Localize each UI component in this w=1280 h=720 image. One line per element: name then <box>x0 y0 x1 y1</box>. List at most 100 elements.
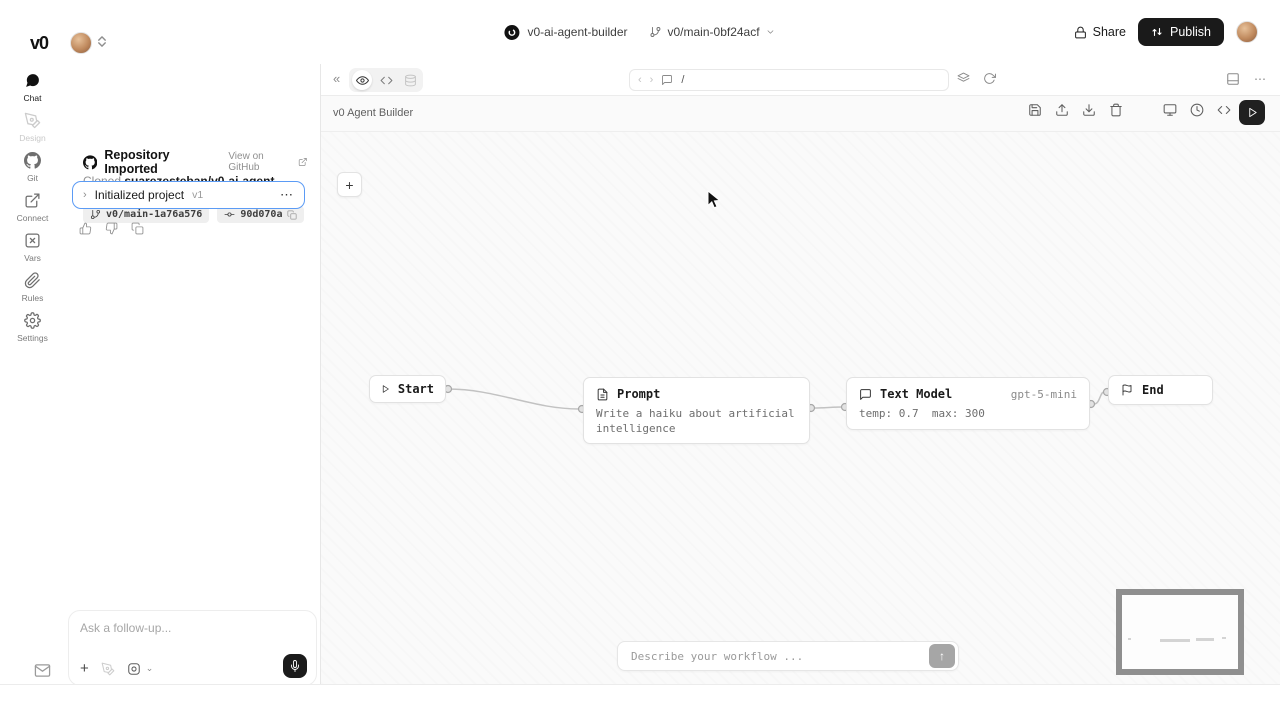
preview-monitor-button[interactable] <box>1163 103 1177 117</box>
rail-label: Git <box>27 173 38 183</box>
publish-button[interactable]: Publish <box>1138 18 1224 46</box>
preview-toolbar: « ‹ › / ⋯ <box>321 64 1280 96</box>
url-bar[interactable]: ‹ › / <box>629 69 949 91</box>
share-button[interactable]: Share <box>1074 25 1126 39</box>
v0-logo[interactable]: v0 <box>30 33 48 54</box>
follow-up-input[interactable] <box>80 621 300 635</box>
code-view-button[interactable] <box>376 70 396 90</box>
copy-message-button[interactable] <box>131 222 144 235</box>
layers-icon[interactable] <box>957 72 970 85</box>
branch-selector[interactable]: v0/main-0bf24acf <box>650 25 776 39</box>
delete-button[interactable] <box>1109 103 1123 117</box>
arrow-up-icon: ↑ <box>939 649 945 663</box>
link-label: View on GitHub <box>228 151 294 173</box>
rail-item-vars[interactable]: Vars <box>0 232 65 263</box>
breadcrumb: v0-ai-agent-builder v0/main-0bf24acf <box>504 0 775 64</box>
chevron-down-icon[interactable]: ⌄ <box>146 663 154 674</box>
project-name[interactable]: v0-ai-agent-builder <box>527 25 627 39</box>
thumbs-down-button[interactable] <box>105 222 118 235</box>
github-icon <box>24 152 41 169</box>
workflow-prompt-bar: ↑ <box>617 641 959 671</box>
mouse-cursor <box>707 190 721 215</box>
rail-label: Chat <box>24 93 42 103</box>
chat-icon <box>24 72 41 89</box>
rail-label: Rules <box>22 293 44 303</box>
node-start[interactable]: Start <box>369 375 446 403</box>
node-title: Text Model <box>880 387 952 401</box>
chevron-down-icon <box>766 27 776 37</box>
refresh-icon[interactable] <box>983 72 996 85</box>
send-button[interactable]: ↑ <box>929 644 955 668</box>
mic-button[interactable] <box>283 654 307 678</box>
add-node-button[interactable]: + <box>337 172 362 197</box>
chat-input-toolbar: + ⌄ <box>80 661 153 676</box>
data-view-button[interactable] <box>400 70 420 90</box>
v0-app-window: v0 v0-ai-agent-builder v0/main-0bf24acf … <box>0 0 1280 720</box>
user-avatar[interactable] <box>1236 21 1258 43</box>
preview-eye-button[interactable] <box>352 70 372 90</box>
publish-icon <box>1151 26 1163 38</box>
workspace-avatar[interactable] <box>70 32 92 54</box>
left-rail: Chat Design Git Connect Vars Rules Setti… <box>0 64 65 684</box>
more-menu-icon[interactable]: ⋯ <box>1254 73 1267 85</box>
node-end[interactable]: End <box>1108 375 1213 405</box>
code-button[interactable] <box>1217 103 1231 117</box>
design-icon <box>24 112 41 129</box>
workflow-canvas[interactable]: + Start Prompt Write a haiku about artif… <box>321 132 1280 684</box>
node-title: End <box>1142 383 1164 397</box>
version-card[interactable]: › Initialized project v1 ⋯ <box>72 181 305 209</box>
design-mode-icon[interactable] <box>101 662 115 676</box>
rail-label: Vars <box>24 253 41 263</box>
rail-label: Settings <box>17 333 48 343</box>
project-icon <box>504 25 519 40</box>
node-body: temp: 0.7 max: 300 <box>859 407 1077 422</box>
workflow-input[interactable] <box>631 650 929 663</box>
node-title: Start <box>398 382 434 396</box>
save-button[interactable] <box>1028 103 1042 117</box>
model-badge: gpt-5-mini <box>1011 388 1077 401</box>
view-on-github-link[interactable]: View on GitHub <box>228 151 308 173</box>
node-text-model[interactable]: Text Model gpt-5-mini temp: 0.7 max: 300 <box>846 377 1090 430</box>
console-icon[interactable] <box>661 74 673 86</box>
play-icon <box>1247 107 1258 118</box>
git-commit-icon <box>224 209 235 220</box>
rail-label: Connect <box>17 213 49 223</box>
upload-button[interactable] <box>1055 103 1069 117</box>
collapse-sidebar-button[interactable]: « <box>333 72 340 85</box>
version-number: v1 <box>192 189 203 201</box>
attach-button[interactable]: + <box>80 661 89 676</box>
back-button[interactable]: ‹ <box>638 74 642 86</box>
forward-button[interactable]: › <box>650 74 654 86</box>
history-button[interactable] <box>1190 103 1204 117</box>
chat-input-container: + ⌄ <box>68 610 317 686</box>
copy-icon <box>287 210 297 220</box>
chevron-right-icon[interactable]: › <box>83 189 87 201</box>
bottom-strip <box>0 684 1280 720</box>
minimap[interactable] <box>1116 589 1244 675</box>
connect-icon <box>24 192 41 209</box>
share-label: Share <box>1093 25 1126 39</box>
document-icon <box>596 388 609 401</box>
branch-name: v0/main-0bf24acf <box>668 25 760 39</box>
rail-item-git[interactable]: Git <box>0 152 65 183</box>
run-workflow-button[interactable] <box>1239 100 1265 125</box>
chat-panel: Repository Imported View on GitHub Clone… <box>65 64 320 684</box>
more-options-icon[interactable]: ⋯ <box>280 187 294 203</box>
mail-icon[interactable] <box>34 662 51 679</box>
source-select-icon[interactable] <box>127 662 141 676</box>
rail-item-settings[interactable]: Settings <box>0 312 65 343</box>
top-bar: v0 v0-ai-agent-builder v0/main-0bf24acf … <box>0 0 1280 64</box>
node-title: Prompt <box>617 387 660 401</box>
rail-item-connect[interactable]: Connect <box>0 192 65 223</box>
lock-icon <box>1074 26 1087 39</box>
thumbs-up-button[interactable] <box>79 222 92 235</box>
node-prompt[interactable]: Prompt Write a haiku about artificial in… <box>583 377 810 444</box>
download-button[interactable] <box>1082 103 1096 117</box>
view-mode-toggle <box>349 68 423 92</box>
workspace-switcher-icon[interactable] <box>98 36 106 47</box>
panel-layout-icon[interactable] <box>1226 72 1240 86</box>
rail-item-design[interactable]: Design <box>0 112 65 143</box>
rail-item-rules[interactable]: Rules <box>0 272 65 303</box>
github-icon <box>83 155 97 170</box>
rail-item-chat[interactable]: Chat <box>0 72 65 103</box>
